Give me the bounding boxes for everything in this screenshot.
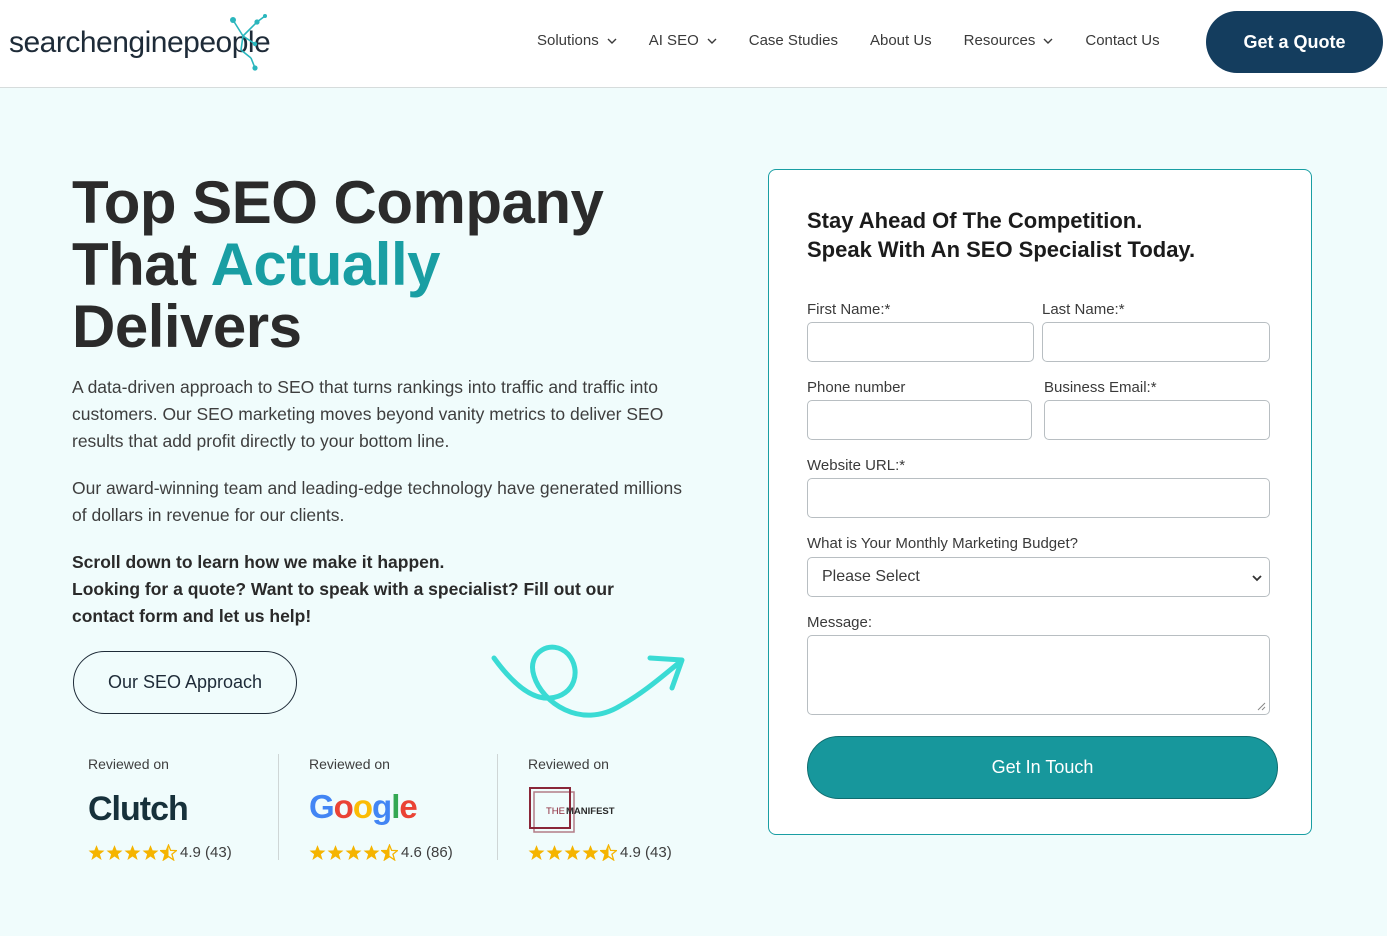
reviewed-on-label: Reviewed on xyxy=(528,756,609,772)
budget-select-value: Please Select xyxy=(822,568,920,585)
headline-line-1: Top SEO Company xyxy=(72,169,604,236)
get-quote-button[interactable]: Get a Quote xyxy=(1206,11,1383,73)
rating: 4.9 (43) xyxy=(528,844,672,861)
star-icon xyxy=(564,845,581,860)
star-icon xyxy=(309,845,326,860)
scroll-prompt: Scroll down to learn how we make it happ… xyxy=(72,552,445,572)
nav-label: Case Studies xyxy=(748,32,838,49)
star-icon xyxy=(106,845,123,860)
email-label: Business Email:* xyxy=(1044,379,1157,396)
network-nodes-icon xyxy=(230,14,267,71)
google-logo-letter: o xyxy=(352,788,373,825)
business-email-field[interactable] xyxy=(1044,400,1270,440)
hero-headline: Top SEO Company That Actually Delivers xyxy=(72,169,604,360)
squiggle-arrow-icon xyxy=(491,644,685,718)
first-name-label: First Name:* xyxy=(807,301,891,318)
review-divider xyxy=(278,754,279,860)
star-rating xyxy=(528,844,618,861)
headline-line-3: Delivers xyxy=(72,293,302,360)
budget-select[interactable]: Please Select xyxy=(807,557,1270,597)
rating: 4.9 (43) xyxy=(88,844,232,861)
review-manifest[interactable]: Reviewed on THE MANIFEST 4.9 (43) xyxy=(528,754,698,861)
star-half-icon xyxy=(381,844,398,861)
nav-label: About Us xyxy=(869,32,932,49)
seo-approach-button[interactable]: Our SEO Approach xyxy=(73,651,297,714)
nav-label: Solutions xyxy=(537,32,599,49)
star-half-icon xyxy=(160,844,177,861)
nav-ai-seo[interactable]: AI SEO xyxy=(649,32,717,49)
website-label: Website URL:* xyxy=(807,457,906,474)
first-name-field[interactable] xyxy=(807,322,1034,362)
phone-label: Phone number xyxy=(807,379,906,396)
star-icon xyxy=(546,845,563,860)
google-logo-letter: G xyxy=(309,788,335,825)
review-google[interactable]: Reviewed on Google 4.6 (86) xyxy=(309,754,479,861)
chevron-down-icon xyxy=(1043,38,1053,44)
star-icon xyxy=(582,845,599,860)
nav-label: Resources xyxy=(963,32,1036,49)
reviewed-on-label: Reviewed on xyxy=(88,756,169,772)
google-logo: Google xyxy=(309,788,418,826)
website-url-field[interactable] xyxy=(807,478,1270,518)
google-logo-letter: e xyxy=(399,788,417,825)
star-rating xyxy=(88,844,178,861)
chevron-down-icon xyxy=(1252,575,1262,582)
star-icon xyxy=(345,845,362,860)
star-icon xyxy=(363,845,380,860)
star-icon xyxy=(88,845,105,860)
star-icon xyxy=(327,845,344,860)
headline-line-2: That xyxy=(72,231,211,298)
svg-text:MANIFEST: MANIFEST xyxy=(566,806,615,817)
contact-form: Stay Ahead Of The Competition. Speak Wit… xyxy=(768,169,1312,835)
google-logo-letter: o xyxy=(333,788,354,825)
get-in-touch-button[interactable]: Get In Touch xyxy=(807,736,1278,799)
google-logo-letter: g xyxy=(372,788,392,825)
form-title-line-2: Speak With An SEO Specialist Today. xyxy=(807,237,1196,262)
rating: 4.6 (86) xyxy=(309,844,453,861)
star-icon xyxy=(124,845,141,860)
reviewed-on-label: Reviewed on xyxy=(309,756,390,772)
form-title: Stay Ahead Of The Competition. Speak Wit… xyxy=(807,206,1195,264)
rating-text: 4.6 (86) xyxy=(401,844,453,861)
nav-solutions[interactable]: Solutions xyxy=(537,32,617,49)
form-title-line-1: Stay Ahead Of The Competition. xyxy=(807,208,1143,233)
rating-text: 4.9 (43) xyxy=(620,844,672,861)
quote-prompt: Looking for a quote? Want to speak with … xyxy=(72,579,614,626)
nav-about-us[interactable]: About Us xyxy=(870,32,932,49)
resize-grip-icon[interactable] xyxy=(1257,702,1266,711)
clutch-logo: Clutch xyxy=(88,790,189,828)
review-divider xyxy=(497,754,498,860)
rating-text: 4.9 (43) xyxy=(180,844,232,861)
hero-paragraph-2: Our award-winning team and leading-edge … xyxy=(72,478,682,525)
nav-case-studies[interactable]: Case Studies xyxy=(749,32,838,49)
message-label: Message: xyxy=(807,614,873,631)
nav-label: AI SEO xyxy=(648,32,699,49)
star-icon xyxy=(142,845,159,860)
nav-label: Contact Us xyxy=(1085,32,1160,49)
phone-field[interactable] xyxy=(807,400,1032,440)
chevron-down-icon xyxy=(707,38,717,44)
last-name-field[interactable] xyxy=(1042,322,1270,362)
manifest-logo: THE MANIFEST xyxy=(529,787,615,833)
star-rating xyxy=(309,844,399,861)
hero-paragraph-3: Scroll down to learn how we make it happ… xyxy=(72,549,672,630)
nav-resources[interactable]: Resources xyxy=(964,32,1054,49)
budget-label: What is Your Monthly Marketing Budget? xyxy=(807,535,1078,552)
site-logo[interactable]: searchenginepeople xyxy=(9,14,299,71)
hero-paragraph-1: A data-driven approach to SEO that turns… xyxy=(72,377,664,451)
headline-accent: Actually xyxy=(210,231,441,298)
review-clutch[interactable]: Reviewed on Clutch 4.9 (43) xyxy=(88,754,258,861)
last-name-label: Last Name:* xyxy=(1042,301,1125,318)
star-half-icon xyxy=(600,844,617,861)
chevron-down-icon xyxy=(607,38,617,44)
nav-contact-us[interactable]: Contact Us xyxy=(1085,32,1159,49)
main-nav: Solutions AI SEO Case Studies About Us R… xyxy=(537,32,1192,49)
svg-text:THE: THE xyxy=(546,806,565,817)
site-header: searchenginepeople Solutions AI SEO Case… xyxy=(0,0,1387,88)
message-field[interactable] xyxy=(807,635,1270,715)
star-icon xyxy=(528,845,545,860)
